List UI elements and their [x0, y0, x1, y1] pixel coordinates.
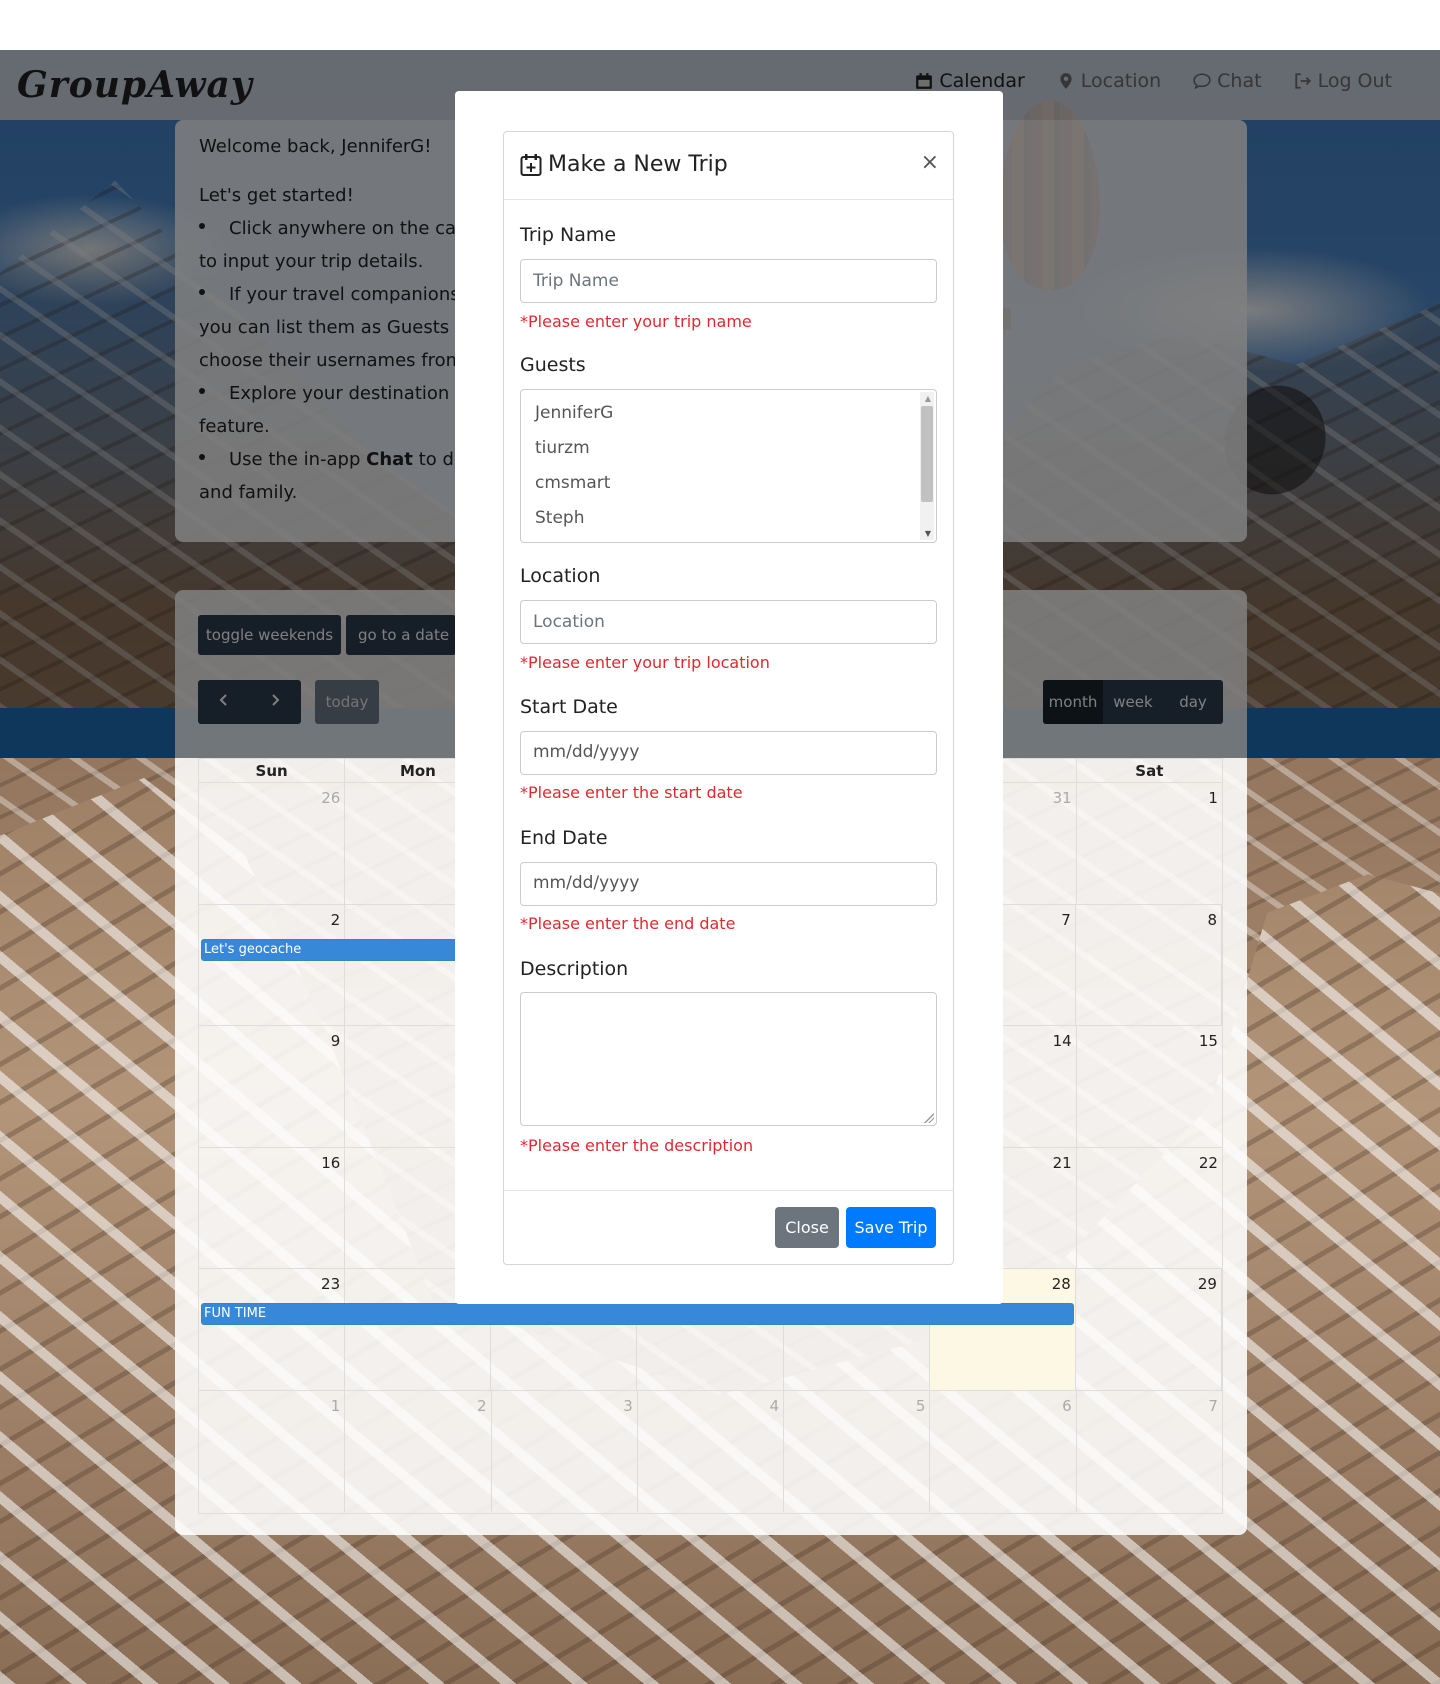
calendar-day-cell[interactable]: 7 [1077, 1391, 1222, 1513]
calendar-week-row: 1 2 3 4 5 6 7 [199, 1390, 1222, 1513]
day-number[interactable]: 6 [1062, 1397, 1072, 1415]
guest-option[interactable]: JenniferG [521, 396, 936, 431]
day-number[interactable]: 7 [1208, 1397, 1218, 1415]
modal-footer: Close Save Trip [504, 1190, 953, 1265]
description-textarea[interactable] [520, 992, 937, 1126]
calendar-day-cell[interactable]: 9 [199, 1026, 346, 1147]
day-number[interactable]: 16 [321, 1154, 340, 1172]
day-number[interactable]: 1 [1208, 789, 1218, 807]
day-number[interactable]: 7 [1061, 911, 1071, 929]
modal-title-text: Make a New Trip [548, 152, 728, 177]
location-label: Location [520, 565, 601, 587]
close-icon[interactable]: × [921, 150, 939, 175]
day-number[interactable]: 8 [1207, 911, 1217, 929]
day-number[interactable]: 21 [1053, 1154, 1072, 1172]
trip-name-error: *Please enter your trip name [520, 312, 752, 331]
calendar-day-cell[interactable]: 3 [492, 1390, 638, 1512]
guests-label: Guests [520, 354, 586, 376]
description-label: Description [520, 958, 629, 980]
description-error: *Please enter the description [520, 1136, 754, 1155]
location-input[interactable] [520, 600, 937, 644]
day-number[interactable]: 1 [331, 1397, 341, 1415]
resize-handle-icon[interactable] [924, 1113, 934, 1123]
day-number[interactable]: 26 [321, 789, 340, 807]
day-number[interactable]: 31 [1053, 789, 1072, 807]
weekday-header: Sat [1135, 762, 1164, 780]
guests-scroll-thumb[interactable] [921, 406, 933, 502]
scroll-up-icon[interactable]: ▲ [925, 394, 931, 403]
day-number[interactable]: 2 [477, 1397, 487, 1415]
calendar-day-cell[interactable]: 5 [784, 1390, 931, 1512]
modal-content: Make a New Trip × Trip Name *Please ente… [503, 131, 954, 1265]
end-date-error: *Please enter the end date [520, 914, 736, 933]
modal-title: Make a New Trip [520, 152, 728, 177]
scroll-down-icon[interactable]: ▼ [925, 529, 931, 538]
calendar-day-cell[interactable]: 23 [199, 1269, 346, 1390]
start-date-label: Start Date [520, 696, 618, 718]
calendar-day-cell[interactable]: 4 [638, 1390, 785, 1512]
weekday-header: Sun [199, 759, 346, 782]
day-number[interactable]: 4 [770, 1397, 780, 1415]
calendar-event[interactable]: FUN TIME [201, 1303, 1074, 1325]
calendar-day-cell[interactable]: 29 [1076, 1269, 1222, 1390]
calendar-day-cell[interactable]: 26 [199, 783, 346, 904]
guest-option[interactable]: Steph [521, 501, 936, 536]
day-number[interactable]: 23 [321, 1275, 340, 1293]
day-number[interactable]: 29 [1198, 1275, 1217, 1293]
calendar-day-cell[interactable]: 2 [345, 1390, 492, 1512]
save-trip-button[interactable]: Save Trip [846, 1207, 936, 1248]
day-number[interactable]: 22 [1199, 1154, 1218, 1172]
start-date-error: *Please enter the start date [520, 783, 743, 802]
modal-header: Make a New Trip × [504, 132, 953, 200]
day-number[interactable]: 28 [1052, 1275, 1071, 1293]
day-number[interactable]: 15 [1199, 1032, 1218, 1050]
day-number[interactable]: 9 [331, 1032, 341, 1050]
day-number[interactable]: 5 [916, 1397, 926, 1415]
guest-option[interactable]: cmsmart [521, 466, 936, 501]
guests-select[interactable]: JenniferG tiurzm cmsmart Steph ▲ ▼ [520, 389, 937, 543]
day-number[interactable]: 14 [1053, 1032, 1072, 1050]
calendar-day-cell[interactable]: 1 [199, 1390, 346, 1512]
calendar-day-cell[interactable]: 6 [930, 1390, 1077, 1512]
end-date-label: End Date [520, 827, 608, 849]
end-date-input[interactable]: mm/dd/yyyy [520, 862, 937, 906]
calendar-day-cell[interactable]: 1 [1077, 783, 1222, 904]
day-number[interactable]: 2 [331, 911, 341, 929]
calendar-plus-icon [520, 153, 542, 176]
calendar-day-cell[interactable]: 2 [199, 904, 346, 1025]
calendar-day-cell[interactable]: 15 [1077, 1026, 1222, 1147]
calendar-day-cell[interactable]: 22 [1077, 1148, 1222, 1269]
location-error: *Please enter your trip location [520, 653, 770, 672]
calendar-event[interactable]: Let's geocache [201, 938, 471, 961]
guest-option[interactable]: tiurzm [521, 431, 936, 466]
close-button[interactable]: Close [775, 1207, 839, 1248]
trip-name-input[interactable] [520, 259, 937, 303]
calendar-day-cell[interactable]: 8 [1076, 904, 1222, 1025]
day-number[interactable]: 3 [623, 1397, 633, 1415]
start-date-input[interactable]: mm/dd/yyyy [520, 731, 937, 775]
calendar-day-cell[interactable]: 16 [199, 1147, 346, 1268]
modal-dialog: Make a New Trip × Trip Name *Please ente… [455, 91, 1003, 1304]
trip-name-label: Trip Name [520, 224, 617, 246]
